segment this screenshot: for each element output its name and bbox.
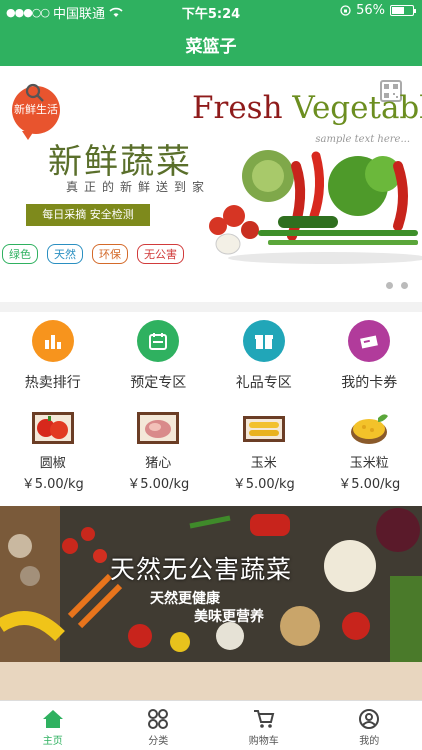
- battery-icon: [390, 5, 416, 16]
- tab-label: 购物车: [248, 736, 279, 747]
- product-item[interactable]: 猪心 ￥5.00/kg: [106, 396, 212, 506]
- banner-headline-en: Fresh Vegetables: [192, 90, 422, 126]
- top-bar: ●●●○○ 中国联通 下午5:24 56% 菜篮子: [0, 0, 422, 66]
- headline-en-fresh: Fresh: [192, 90, 293, 126]
- product-item[interactable]: 玉米粒 ￥5.00/kg: [317, 396, 422, 506]
- page-title: 菜篮子: [185, 37, 237, 57]
- tab-label: 分类: [148, 736, 169, 747]
- gift-box-icon: [242, 320, 285, 362]
- tag-green: 绿色: [2, 244, 38, 264]
- product-price: ￥5.00/kg: [338, 477, 401, 492]
- product-list: 圆椒 ￥5.00/kg 猪心 ￥5.00/kg 玉米 ￥5.00/kg 玉米粒 …: [0, 396, 422, 506]
- promo-subtitle-2: 美味更营养: [194, 609, 264, 625]
- bell-pepper-image: [31, 412, 74, 444]
- status-bar: ●●●○○ 中国联通 下午5:24 56%: [0, 0, 422, 22]
- tab-cart[interactable]: 购物车: [211, 701, 317, 750]
- sample-text: sample text here...: [315, 134, 410, 145]
- promo-banner[interactable]: 天然无公害蔬菜 天然更健康 美味更营养: [0, 506, 422, 662]
- promo-subtitle-1: 天然更健康: [150, 591, 220, 607]
- banner-subline-cn: 真正的新鲜送到家: [66, 180, 211, 194]
- tag-eco: 环保: [92, 244, 128, 264]
- product-item[interactable]: 圆椒 ￥5.00/kg: [0, 396, 106, 506]
- cart-icon: [253, 710, 275, 728]
- corn-image: [242, 416, 285, 442]
- coupon-icon: [348, 320, 391, 362]
- category-hot-ranking[interactable]: 热卖排行: [0, 312, 106, 396]
- next-banner-preview[interactable]: [0, 662, 422, 700]
- pager-dot[interactable]: [401, 282, 408, 289]
- calendar-icon: [137, 320, 180, 362]
- banner-pager[interactable]: [386, 282, 408, 289]
- headline-en-vegetables: Vegetables: [292, 90, 422, 126]
- banner-tags: 绿色 天然 环保 无公害: [2, 244, 184, 264]
- banner-feature-box: 每日采摘 安全检测: [26, 204, 150, 226]
- product-name: 圆椒: [39, 456, 66, 471]
- tag-natural: 天然: [47, 244, 83, 264]
- bubble-text: 新鲜生活: [14, 103, 58, 117]
- category-label: 礼品专区: [235, 375, 292, 391]
- pager-dot[interactable]: [386, 282, 393, 289]
- tag-pollution-free: 无公害: [137, 244, 184, 264]
- category-label: 我的卡券: [341, 375, 398, 391]
- product-price: ￥5.00/kg: [21, 477, 84, 492]
- product-price: ￥5.00/kg: [232, 477, 295, 492]
- product-price: ￥5.00/kg: [127, 477, 190, 492]
- category-my-coupons[interactable]: 我的卡券: [317, 312, 422, 396]
- vegetables-illustration: [209, 150, 422, 264]
- product-name: 玉米: [250, 456, 277, 471]
- product-item[interactable]: 玉米 ￥5.00/kg: [211, 396, 317, 506]
- bar-chart-icon: [31, 320, 74, 362]
- tab-home[interactable]: 主页: [0, 701, 106, 750]
- category-reservation[interactable]: 预定专区: [106, 312, 212, 396]
- category-shortcuts: 热卖排行 预定专区 礼品专区 我的卡券: [0, 312, 422, 396]
- bottom-tab-bar: 主页 分类 购物车 我的: [0, 700, 422, 750]
- hero-banner[interactable]: 新鲜生活 Fresh Vegetables sample text here..…: [0, 66, 422, 302]
- banner-headline-cn: 新鲜蔬菜: [48, 142, 192, 182]
- pork-heart-image: [137, 412, 180, 444]
- category-label: 热卖排行: [24, 375, 81, 391]
- category-icon: [148, 709, 169, 729]
- rotation-lock-icon: [340, 5, 351, 16]
- product-name: 玉米粒: [349, 456, 389, 471]
- category-label: 预定专区: [130, 375, 187, 391]
- profile-icon: [359, 709, 380, 729]
- tab-category[interactable]: 分类: [106, 701, 212, 750]
- home-icon: [42, 710, 63, 728]
- category-gifts[interactable]: 礼品专区: [211, 312, 317, 396]
- battery-percent: 56%: [356, 3, 385, 18]
- product-name: 猪心: [145, 456, 172, 471]
- tab-profile[interactable]: 我的: [317, 701, 422, 750]
- tab-label: 我的: [359, 736, 380, 747]
- tab-label: 主页: [42, 736, 63, 747]
- search-icon[interactable]: [24, 82, 46, 104]
- corn-kernels-image: [351, 414, 389, 444]
- promo-title: 天然无公害蔬菜: [110, 555, 293, 584]
